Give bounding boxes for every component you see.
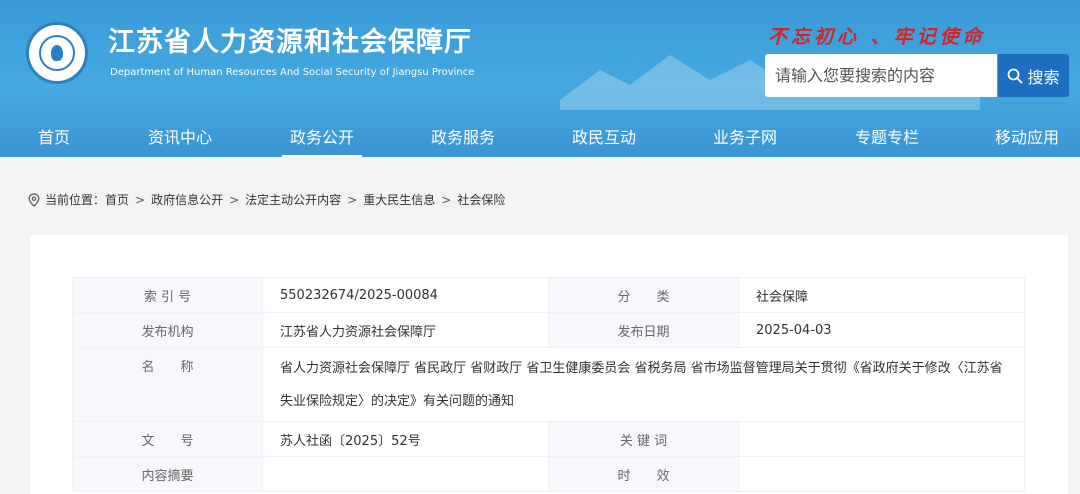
publisher-label: 发布机构 [72,312,263,348]
keywords-value [738,421,1025,457]
site-title: 江苏省人力资源和社会保障厅 [108,27,472,58]
search-button-label: 搜索 [1027,67,1060,87]
docno-label: 文 号 [72,421,263,457]
name-label: 名 称 [72,347,263,422]
keywords-label: 关 键 词 [548,421,739,457]
search-box [765,54,997,97]
breadcrumb-link-statutory[interactable]: 法定主动公开内容 [245,191,341,208]
breadcrumb-link-social-insurance[interactable]: 社会保险 [457,191,505,208]
date-value: 2025-04-03 [738,312,1025,348]
category-label: 分 类 [548,277,739,313]
breadcrumb-separator: > [347,192,358,207]
category-value: 社会保障 [738,277,1025,313]
breadcrumb-link-home[interactable]: 首页 [105,191,129,208]
table-row: 内容摘要 时 效 [72,456,1025,492]
nav-item-home[interactable]: 首页 [38,124,70,148]
breadcrumb-separator: > [135,192,146,207]
main-nav: 首页 资讯中心 政务公开 政务服务 政民互动 业务子网 专题专栏 移动应用 [0,114,1080,157]
docno-value: 苏人社函〔2025〕52号 [262,421,549,457]
site-subtitle: Department of Human Resources And Social… [110,67,475,78]
breadcrumb: 当前位置： 首页 > 政府信息公开 > 法定主动公开内容 > 重大民生信息 > … [28,191,505,208]
nav-item-news[interactable]: 资讯中心 [148,124,212,148]
table-row: 名 称 省人力资源社会保障厅 省民政厅 省财政厅 省卫生健康委员会 省税务局 省… [72,347,1025,422]
date-label: 发布日期 [548,312,739,348]
location-pin-icon [28,192,40,207]
nav-item-gov-affairs-open[interactable]: 政务公开 [281,124,363,157]
document-info-table: 索 引 号 550232674/2025-00084 分 类 社会保障 发布机构… [72,277,1025,492]
table-row: 发布机构 江苏省人力资源社会保障厅 发布日期 2025-04-03 [72,312,1025,348]
abstract-label: 内容摘要 [72,456,263,492]
nav-item-gov-services[interactable]: 政务服务 [431,124,495,148]
breadcrumb-prefix: 当前位置： [45,193,106,207]
slogan: 不忘初心 、牢记使命 [768,26,986,48]
site-header: 江苏省人力资源和社会保障厅 Department of Human Resour… [0,0,1080,157]
search-input[interactable] [765,54,997,97]
search-icon [1008,68,1023,83]
publisher-value: 江苏省人力资源社会保障厅 [262,312,549,348]
name-value: 省人力资源社会保障厅 省民政厅 省财政厅 省卫生健康委员会 省税务局 省市场监督… [262,347,1025,422]
nav-item-subsites[interactable]: 业务子网 [713,124,777,148]
abstract-value [262,456,549,492]
emblem-icon[interactable] [26,22,88,84]
index-value: 550232674/2025-00084 [262,277,549,313]
breadcrumb-separator: > [229,192,240,207]
nav-item-topics[interactable]: 专题专栏 [855,124,919,148]
breadcrumb-separator: > [441,192,452,207]
breadcrumb-link-livelihood[interactable]: 重大民生信息 [363,191,435,208]
table-row: 索 引 号 550232674/2025-00084 分 类 社会保障 [72,277,1025,313]
table-row: 文 号 苏人社函〔2025〕52号 关 键 词 [72,421,1025,457]
breadcrumb-link-gov-info[interactable]: 政府信息公开 [151,191,223,208]
validity-value [738,456,1025,492]
search-button[interactable]: 搜索 [998,54,1069,97]
index-label: 索 引 号 [72,277,263,313]
nav-item-mobile[interactable]: 移动应用 [995,124,1059,148]
validity-label: 时 效 [548,456,739,492]
nav-item-interaction[interactable]: 政民互动 [572,124,636,148]
